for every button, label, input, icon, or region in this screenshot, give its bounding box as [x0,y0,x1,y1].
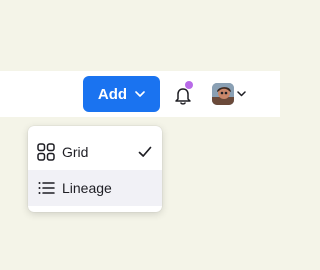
menu-item-label: Grid [62,144,89,160]
grid-icon [37,143,55,161]
notification-badge [185,81,193,89]
menu-item-grid[interactable]: Grid [28,134,162,170]
toolbar: Add [0,71,280,117]
avatar [212,83,234,105]
user-menu[interactable] [212,82,252,106]
chevron-down-icon [237,91,246,97]
add-button-label: Add [97,85,128,103]
add-button[interactable]: Add [83,76,160,112]
menu-item-label: Lineage [62,180,112,196]
list-icon [38,182,55,194]
chevron-down-icon [135,91,145,97]
checkmark-icon [138,146,152,157]
view-menu: Grid Lineage [28,126,162,212]
menu-item-lineage[interactable]: Lineage [28,170,162,206]
